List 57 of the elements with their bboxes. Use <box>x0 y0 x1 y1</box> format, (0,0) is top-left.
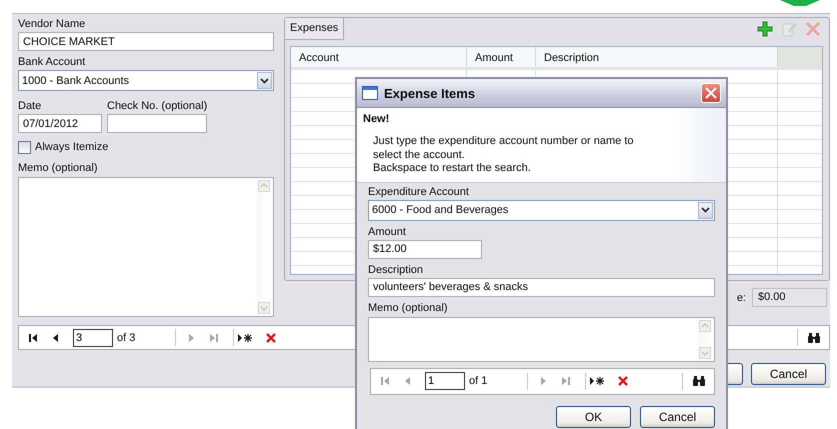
column-header[interactable]: Account <box>291 47 467 67</box>
memo-field[interactable] <box>368 316 715 362</box>
page-number-field[interactable]: 3 <box>73 328 113 346</box>
field-label: Expenditure Account <box>368 186 470 198</box>
scrollbar[interactable] <box>698 320 712 358</box>
close-button[interactable] <box>701 83 721 103</box>
input-field[interactable]: 07/01/2012 <box>18 114 102 133</box>
total-value: $0.00 <box>752 288 827 307</box>
field-label: Memo (optional) <box>368 302 448 314</box>
ok-button[interactable]: OK <box>556 406 631 428</box>
field-label: Amount <box>368 226 407 238</box>
scroll-down-button[interactable] <box>258 302 270 314</box>
field-label: Description <box>368 264 424 276</box>
plus-icon[interactable] <box>757 21 773 37</box>
scroll-up-button[interactable] <box>258 180 270 192</box>
chevron-down-icon <box>260 78 269 84</box>
field-label: Vendor Name <box>18 18 86 31</box>
tab[interactable]: Expenses <box>285 18 344 40</box>
input-field[interactable] <box>107 114 207 133</box>
column-header[interactable]: Amount <box>467 47 536 67</box>
input-field[interactable]: $12.00 <box>368 240 482 258</box>
scroll-up-button[interactable] <box>699 320 711 332</box>
page-count: of 3 <box>117 332 136 344</box>
page-count: of 1 <box>469 375 488 387</box>
checkbox[interactable] <box>18 140 31 154</box>
scroll-down-button[interactable] <box>699 346 711 358</box>
field-label: Bank Account <box>18 56 86 69</box>
total-label: e: <box>736 292 746 304</box>
dialog-title: Expense Items <box>384 86 476 100</box>
input-field[interactable]: CHOICE MARKET <box>18 32 274 51</box>
chevron-down-icon <box>701 207 710 213</box>
delete-icon[interactable] <box>265 332 277 342</box>
field-label: Date <box>18 100 42 113</box>
page-number-field[interactable]: 1 <box>425 372 465 390</box>
binoculars-icon[interactable] <box>692 376 706 386</box>
memo-field[interactable] <box>18 177 274 317</box>
input-field[interactable]: volunteers' beverages & snacks <box>368 278 715 296</box>
new-record-icon[interactable] <box>589 376 605 386</box>
dropdown[interactable]: 1000 - Bank Accounts <box>18 70 274 91</box>
marker-icon <box>778 0 822 6</box>
cancel-button[interactable]: Cancel <box>751 363 826 385</box>
scrollbar[interactable] <box>257 180 271 314</box>
binoculars-icon[interactable] <box>807 332 821 342</box>
checkbox-label: Always Itemize <box>35 141 108 153</box>
delete-icon[interactable] <box>617 376 629 386</box>
field-label: Memo (optional) <box>18 162 98 175</box>
dropdown[interactable]: 6000 - Food and Beverages <box>368 200 715 220</box>
notice-text: Just type the expenditure account number or name to select the account. Backspace to restart the search. <box>373 135 634 176</box>
notice-heading: New! <box>363 113 390 126</box>
caret-button[interactable] <box>257 72 272 89</box>
window-icon <box>362 86 378 100</box>
cancel-button[interactable]: Cancel <box>640 406 715 428</box>
caret-button[interactable] <box>698 202 713 218</box>
field-label: Check No. (optional) <box>107 100 208 113</box>
new-record-icon[interactable] <box>237 332 253 342</box>
previous-record-icon[interactable] <box>52 332 59 342</box>
first-record-icon[interactable] <box>28 332 38 342</box>
